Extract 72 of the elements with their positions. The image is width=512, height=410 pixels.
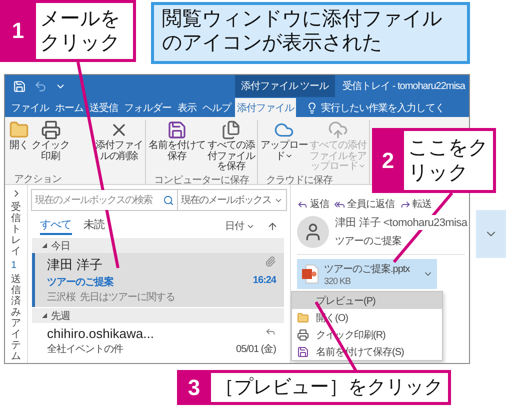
cloud-upload-icon bbox=[328, 120, 348, 140]
group-header[interactable]: 先週 bbox=[32, 308, 284, 323]
message-subject: ツアーのご提案 bbox=[335, 234, 402, 248]
message-subject: ツアーのご提案 bbox=[47, 275, 114, 289]
group-header[interactable]: 今日 bbox=[32, 238, 284, 253]
ribbon-tab[interactable]: 送受信 bbox=[88, 98, 120, 117]
ribbon-tab[interactable]: フォルダー bbox=[122, 98, 174, 117]
collapse-triangle-icon bbox=[42, 243, 47, 248]
ribbon-tab[interactable]: ホーム bbox=[53, 98, 86, 117]
message-sender: chihiro.oshikawa... bbox=[47, 326, 155, 341]
lightbulb-icon bbox=[306, 102, 318, 114]
group-label: コンピューターに保存 bbox=[153, 174, 250, 184]
folder-icon bbox=[9, 120, 29, 140]
filter-tab[interactable]: すべて bbox=[40, 217, 72, 235]
message-preview: 三沢桜 先日はツアーに関する bbox=[47, 290, 176, 304]
reply-icon bbox=[297, 198, 308, 210]
filter-tab[interactable]: 未読 bbox=[84, 217, 104, 235]
scope-dropdown[interactable]: 現在のメールボックス bbox=[178, 190, 286, 210]
ribbon-tab[interactable]: 表示 bbox=[176, 98, 198, 117]
ribbon-button[interactable]: アップロード bbox=[260, 120, 308, 162]
message-item[interactable]: 津田 洋子 ツアーのご提案 16:24 三沢桜 先日はツアーに関する bbox=[32, 253, 284, 307]
ribbon-button[interactable]: クイック印刷 bbox=[31, 120, 70, 162]
save-icon[interactable] bbox=[13, 80, 26, 92]
ribbon-tab[interactable]: 添付ファイル bbox=[235, 98, 296, 117]
attachment-chip[interactable]: ツアーのご提案.pptx 320 KB bbox=[297, 259, 437, 289]
documents-icon bbox=[221, 120, 241, 140]
message-time: 16:24 bbox=[252, 275, 276, 288]
message-sender: 津田 洋子 bbox=[47, 256, 104, 274]
action-button[interactable]: 全員に返信 bbox=[334, 197, 394, 211]
search-field[interactable]: 現在のメールボックスの検索 bbox=[32, 190, 178, 210]
message-subject: 全社イベントの件 bbox=[47, 342, 124, 356]
step-number: 2 bbox=[380, 146, 396, 174]
sender-name: 津田 洋子 <tomoharu23misa bbox=[335, 215, 468, 230]
ribbon-tab[interactable]: ファイル bbox=[9, 98, 51, 117]
note-text: 閲覧ウィンドウに添付ファイルのアイコンが表示された bbox=[151, 2, 470, 64]
ribbon-tab[interactable]: ヘルプ bbox=[200, 98, 233, 117]
sort-direction-icon[interactable] bbox=[267, 220, 278, 232]
attachment-name: ツアーのご提案.pptx bbox=[324, 262, 411, 276]
ribbon-button[interactable]: 添付ファイルの削除 bbox=[95, 120, 143, 162]
expand-tile[interactable] bbox=[476, 210, 506, 258]
step-number: 1 bbox=[10, 17, 26, 45]
forward-icon bbox=[400, 198, 410, 210]
ribbon-button[interactable]: すべての添付ファイルを保存 bbox=[207, 120, 255, 172]
folder-label[interactable]: 送信済みアイテム bbox=[11, 274, 21, 362]
ribbon-button[interactable]: 開く bbox=[8, 120, 30, 152]
callout-text: ［プレビュー］をクリック bbox=[211, 373, 448, 402]
reply-all-icon bbox=[334, 198, 345, 210]
callout-text: ここをクリック bbox=[404, 131, 493, 190]
search-icon bbox=[163, 194, 174, 206]
step-number: 3 bbox=[186, 374, 202, 402]
ribbon-button[interactable]: 名前を付けて保存 bbox=[148, 120, 206, 162]
printer-icon bbox=[297, 328, 309, 340]
unread-count: 1 bbox=[11, 260, 18, 271]
callout-text: メールをクリック bbox=[36, 3, 133, 59]
folder-label[interactable]: 受信トレイ bbox=[11, 202, 21, 257]
message-time: 05/01 (金) bbox=[236, 343, 276, 356]
context-tab-label: 添付ファイル ツール bbox=[234, 75, 335, 97]
group-label: クラウドに保存 bbox=[265, 174, 334, 184]
avatar bbox=[297, 216, 329, 248]
tell-me-field[interactable]: 実行したい作業を入力してく bbox=[306, 98, 444, 117]
slides-file-icon bbox=[301, 264, 319, 284]
folder-icon bbox=[297, 312, 309, 324]
printer-icon bbox=[40, 120, 60, 140]
window-title: 受信トレイ - tomoharu22misa bbox=[342, 80, 466, 93]
attachment-size: 320 KB bbox=[324, 276, 352, 286]
sort-button[interactable]: 日付 bbox=[225, 219, 255, 233]
action-button[interactable]: 返信 bbox=[297, 197, 329, 211]
collapse-triangle-icon bbox=[42, 313, 47, 318]
group-label: アクション bbox=[13, 173, 62, 184]
undo-icon[interactable] bbox=[34, 80, 47, 92]
menu-item[interactable]: プレビュー(P) bbox=[292, 292, 442, 309]
action-button[interactable]: 転送 bbox=[400, 197, 432, 211]
